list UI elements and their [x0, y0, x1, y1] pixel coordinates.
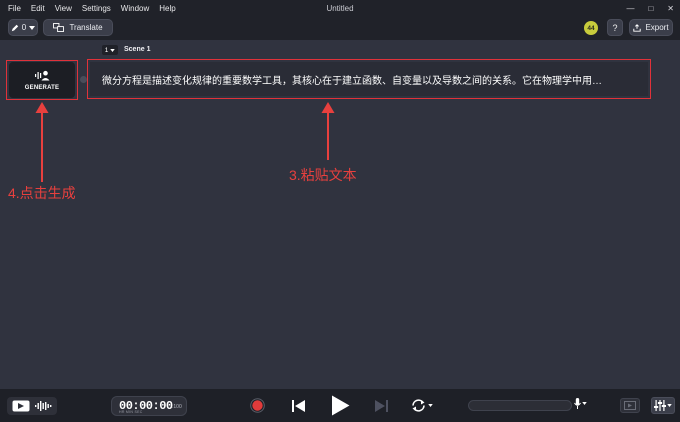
chevron-down-icon: [428, 404, 433, 407]
volume-slider[interactable]: [468, 400, 572, 411]
annotation-generate: 4.点击生成: [8, 185, 76, 201]
skip-forward-icon: [375, 399, 388, 412]
menu-window[interactable]: Window: [121, 4, 149, 13]
record-button[interactable]: [250, 398, 265, 413]
mic-selector[interactable]: [574, 398, 587, 409]
scene-text: 微分方程是描述变化规律的重要数学工具，其核心在于建立函数、自变量以及导数之间的关…: [102, 75, 602, 87]
voice-count: 0: [21, 23, 27, 32]
chevron-down-icon: [29, 25, 36, 30]
scene-link-dot: [80, 76, 87, 83]
tune-icon: [654, 400, 666, 411]
timecode-display: 00:00:00 .100 HR MIN SEC: [111, 396, 187, 416]
mic-icon: [574, 398, 581, 409]
menu-settings[interactable]: Settings: [82, 4, 111, 13]
skip-back-icon: [292, 399, 305, 412]
translate-button[interactable]: Translate: [43, 19, 113, 36]
help-button[interactable]: ?: [607, 19, 623, 36]
play-button[interactable]: [330, 395, 350, 416]
arrow-to-text: [321, 102, 335, 160]
scene-number-dropdown[interactable]: 1: [102, 45, 118, 55]
chevron-down-icon: [582, 402, 587, 405]
loop-button[interactable]: [410, 398, 434, 413]
scene-text-input[interactable]: 微分方程是描述变化规律的重要数学工具，其核心在于建立函数、自变量以及导数之间的关…: [90, 62, 648, 96]
minimize-icon[interactable]: —: [626, 4, 634, 13]
close-icon[interactable]: ✕: [667, 4, 674, 13]
translate-icon: [53, 23, 65, 32]
toolbar: 0 Translate 44 ? Export: [0, 16, 680, 40]
scene-label: Scene 1: [124, 46, 151, 53]
skip-back-button[interactable]: [292, 399, 305, 412]
waveform-icon[interactable]: [34, 400, 52, 412]
annotation-paste-text: 3.粘贴文本: [289, 167, 357, 183]
menu-help[interactable]: Help: [159, 4, 175, 13]
subtitle-button[interactable]: [620, 398, 640, 413]
generate-label: GENERATE: [24, 84, 60, 91]
menu-list: File Edit View Settings Window Help: [0, 4, 176, 13]
maximize-icon[interactable]: □: [648, 4, 653, 13]
playback-bar: 00:00:00 .100 HR MIN SEC: [0, 389, 680, 422]
arrow-to-generate: [35, 102, 49, 182]
tune-button[interactable]: [651, 397, 675, 414]
chevron-down-icon: [110, 48, 116, 52]
loop-icon: [412, 399, 425, 412]
pen-icon: [11, 24, 18, 31]
timecode-fraction: .100: [172, 404, 182, 410]
export-button[interactable]: Export: [629, 19, 673, 36]
scene-number: 1: [104, 46, 109, 54]
menu-file[interactable]: File: [8, 4, 21, 13]
credit-badge: 44: [584, 21, 598, 35]
translate-label: Translate: [69, 23, 103, 32]
export-label: Export: [645, 23, 669, 32]
voice-wave-icon: [35, 70, 50, 80]
record-icon: [250, 398, 265, 413]
media-mode-group: [7, 397, 57, 415]
video-icon[interactable]: [12, 400, 30, 412]
help-icon: ?: [612, 22, 618, 33]
timecode-units: HR MIN SEC: [119, 410, 143, 414]
generate-button[interactable]: GENERATE: [9, 62, 75, 98]
export-icon: [633, 23, 642, 32]
skip-forward-button[interactable]: [375, 399, 388, 412]
window-controls: — □ ✕: [626, 0, 674, 16]
menu-view[interactable]: View: [55, 4, 72, 13]
chevron-down-icon: [667, 404, 672, 407]
play-icon: [331, 395, 349, 416]
menu-bar: File Edit View Settings Window Help Unti…: [0, 0, 680, 16]
subtitle-icon: [624, 401, 636, 410]
menu-edit[interactable]: Edit: [31, 4, 45, 13]
voice-selector-button[interactable]: 0: [8, 19, 38, 36]
